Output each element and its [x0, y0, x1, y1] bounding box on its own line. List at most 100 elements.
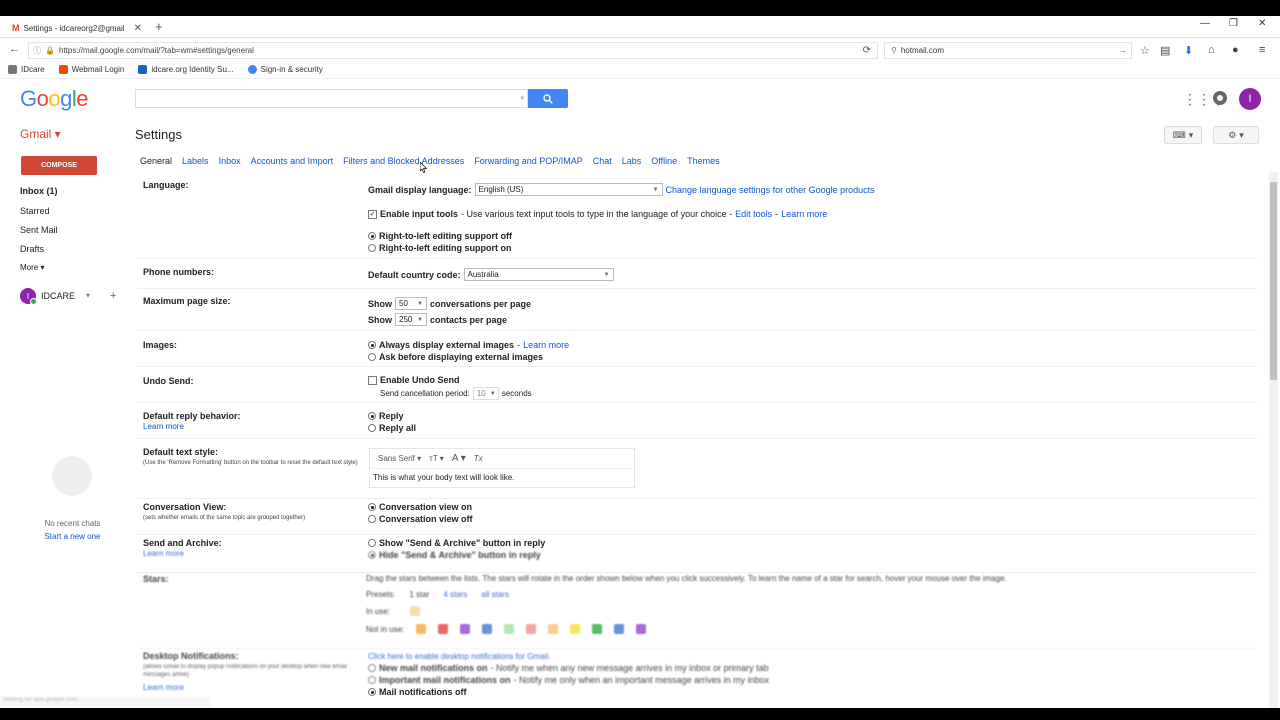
close-icon[interactable]: ✕: [134, 23, 142, 34]
rtl-on-option[interactable]: Right-to-left editing support on: [368, 243, 511, 253]
bookmark-identity[interactable]: idcare.org Identity Su...: [138, 65, 234, 74]
sidebar-item-drafts[interactable]: Drafts: [20, 244, 44, 254]
green-check-icon[interactable]: [592, 624, 603, 634]
ask-before-option[interactable]: Ask before displaying external images: [368, 352, 543, 362]
add-chat-icon[interactable]: +: [110, 290, 116, 302]
chevron-down-icon[interactable]: ▾: [520, 94, 524, 102]
download-icon[interactable]: ⬇: [1184, 44, 1193, 57]
new-mail-option[interactable]: New mail notifications on - Notify me whe…: [368, 663, 769, 673]
hide-send-archive-radio[interactable]: [368, 551, 376, 559]
maximize-icon[interactable]: ❐: [1229, 18, 1238, 29]
url-bar[interactable]: ⓘ 🔒 https://mail.google.com/mail/?tab=wm…: [28, 42, 878, 59]
back-icon[interactable]: ←: [9, 43, 20, 55]
editor-preview[interactable]: This is what your body text will look li…: [370, 469, 634, 486]
important-mail-option[interactable]: Important mail notifications on - Notify …: [368, 675, 769, 685]
learn-more-link[interactable]: Learn more: [781, 209, 827, 219]
tab-accounts[interactable]: Accounts and Import: [251, 156, 334, 172]
bookmark-star-icon[interactable]: ☆: [1140, 44, 1150, 57]
preset-1-link[interactable]: 1 star: [409, 590, 429, 599]
reply-option[interactable]: Reply: [368, 411, 404, 421]
remove-formatting-icon[interactable]: Tx: [474, 454, 483, 463]
edit-tools-link[interactable]: Edit tools: [735, 209, 772, 219]
notifications-icon[interactable]: [1213, 91, 1227, 105]
blue-star-icon[interactable]: [482, 624, 493, 634]
enable-desktop-link[interactable]: Click here to enable desktop notificatio…: [368, 652, 550, 661]
display-language-select[interactable]: English (US) ▼: [474, 183, 663, 196]
bookmark-idcare[interactable]: IDcare: [8, 65, 45, 74]
search-button[interactable]: [528, 89, 568, 108]
change-language-link[interactable]: Change language settings for other Googl…: [666, 185, 875, 195]
always-display-option[interactable]: Always display external images - Learn mor…: [368, 340, 569, 350]
important-mail-radio[interactable]: [368, 676, 376, 684]
tab-chat[interactable]: Chat: [593, 156, 612, 172]
desktop-learn-more-link[interactable]: Learn more: [143, 683, 184, 692]
reply-radio[interactable]: [368, 412, 376, 420]
ask-before-radio[interactable]: [368, 353, 376, 361]
tab-inbox[interactable]: Inbox: [219, 156, 241, 172]
yellow-star-icon[interactable]: [410, 606, 421, 616]
settings-button[interactable]: ⚙ ▾: [1213, 126, 1259, 144]
all-stars-link[interactable]: all stars: [481, 590, 509, 599]
window-close-icon[interactable]: ✕: [1258, 18, 1266, 29]
reply-all-option[interactable]: Reply all: [368, 423, 416, 433]
orange-guillemet-icon[interactable]: [548, 624, 559, 634]
sidebar-item-more[interactable]: More ▾: [20, 263, 44, 272]
input-tools-button[interactable]: ⌨ ▾: [1164, 126, 1202, 144]
conversations-select[interactable]: 50 ▼: [395, 297, 427, 310]
reply-all-radio[interactable]: [368, 424, 376, 432]
country-code-select[interactable]: Australia ▼: [463, 268, 614, 281]
reload-icon[interactable]: ⟳: [863, 45, 871, 56]
rtl-on-radio[interactable]: [368, 244, 376, 252]
send-archive-learn-more[interactable]: Learn more: [143, 549, 184, 558]
tab-filters[interactable]: Filters and Blocked Addresses: [343, 156, 464, 172]
show-send-archive-option[interactable]: Show "Send & Archive" button in reply: [368, 538, 545, 548]
new-mail-radio[interactable]: [368, 664, 376, 672]
enable-undo-option[interactable]: Enable Undo Send: [368, 375, 460, 385]
always-display-radio[interactable]: [368, 341, 376, 349]
learn-more-link[interactable]: Learn more: [523, 340, 569, 350]
home-icon[interactable]: ⌂: [1208, 44, 1215, 56]
sidebar-item-inbox[interactable]: Inbox (1): [20, 186, 58, 196]
start-chat-link[interactable]: Start a new one: [0, 532, 145, 541]
hide-send-archive-option[interactable]: Hide "Send & Archive" button in reply: [368, 550, 541, 560]
chevron-down-icon[interactable]: ▾: [86, 291, 90, 300]
go-arrow-icon[interactable]: →: [1119, 46, 1127, 55]
conversation-on-radio[interactable]: [368, 503, 376, 511]
browser-search-input[interactable]: ⚲ hotmail.com →: [884, 42, 1132, 59]
hangouts-user[interactable]: I IDCARE: [20, 288, 75, 305]
tab-forwarding[interactable]: Forwarding and POP/IMAP: [474, 156, 583, 172]
tab-labels[interactable]: Labels: [182, 156, 209, 172]
font-size-icon[interactable]: тT ▾: [429, 454, 444, 463]
google-logo[interactable]: Google: [20, 86, 89, 112]
notifications-off-radio[interactable]: [368, 688, 376, 696]
preset-4-link[interactable]: 4 stars: [443, 590, 467, 599]
bookmark-signin[interactable]: Sign-in & security: [247, 65, 323, 74]
scrollbar-thumb[interactable]: [1270, 182, 1277, 380]
gmail-menu[interactable]: Gmail ▾: [20, 127, 61, 141]
compose-button[interactable]: COMPOSE: [21, 156, 97, 175]
yellow-bang-icon[interactable]: [570, 624, 581, 634]
library-icon[interactable]: ▤: [1160, 44, 1170, 57]
conversation-off-option[interactable]: Conversation view off: [368, 514, 473, 524]
reply-learn-more-link[interactable]: Learn more: [143, 422, 184, 431]
red-star-icon[interactable]: [438, 624, 449, 634]
menu-icon[interactable]: ≡: [1259, 44, 1265, 56]
blue-info-icon[interactable]: [614, 624, 625, 634]
avatar[interactable]: I: [1239, 88, 1261, 110]
extension-icon[interactable]: ●: [1232, 44, 1239, 56]
show-send-archive-radio[interactable]: [368, 539, 376, 547]
input-tools-checkbox[interactable]: ✓: [368, 209, 377, 219]
rtl-off-radio[interactable]: [368, 232, 376, 240]
font-select[interactable]: Sans Serif ▾: [378, 454, 421, 463]
green-bang-icon[interactable]: [504, 624, 515, 634]
browser-tab[interactable]: M Settings - idcareorg2@gmail ✕: [6, 18, 148, 38]
sidebar-item-starred[interactable]: Starred: [20, 206, 50, 216]
tab-themes[interactable]: Themes: [687, 156, 720, 172]
text-color-icon[interactable]: A ▾: [452, 453, 466, 464]
conversation-on-option[interactable]: Conversation view on: [368, 502, 472, 512]
purple-star-icon[interactable]: [460, 624, 471, 634]
red-bang-icon[interactable]: [526, 624, 537, 634]
tab-labs[interactable]: Labs: [622, 156, 642, 172]
mail-search-input[interactable]: ▾: [135, 89, 528, 108]
rtl-off-option[interactable]: Right-to-left editing support off: [368, 231, 512, 241]
